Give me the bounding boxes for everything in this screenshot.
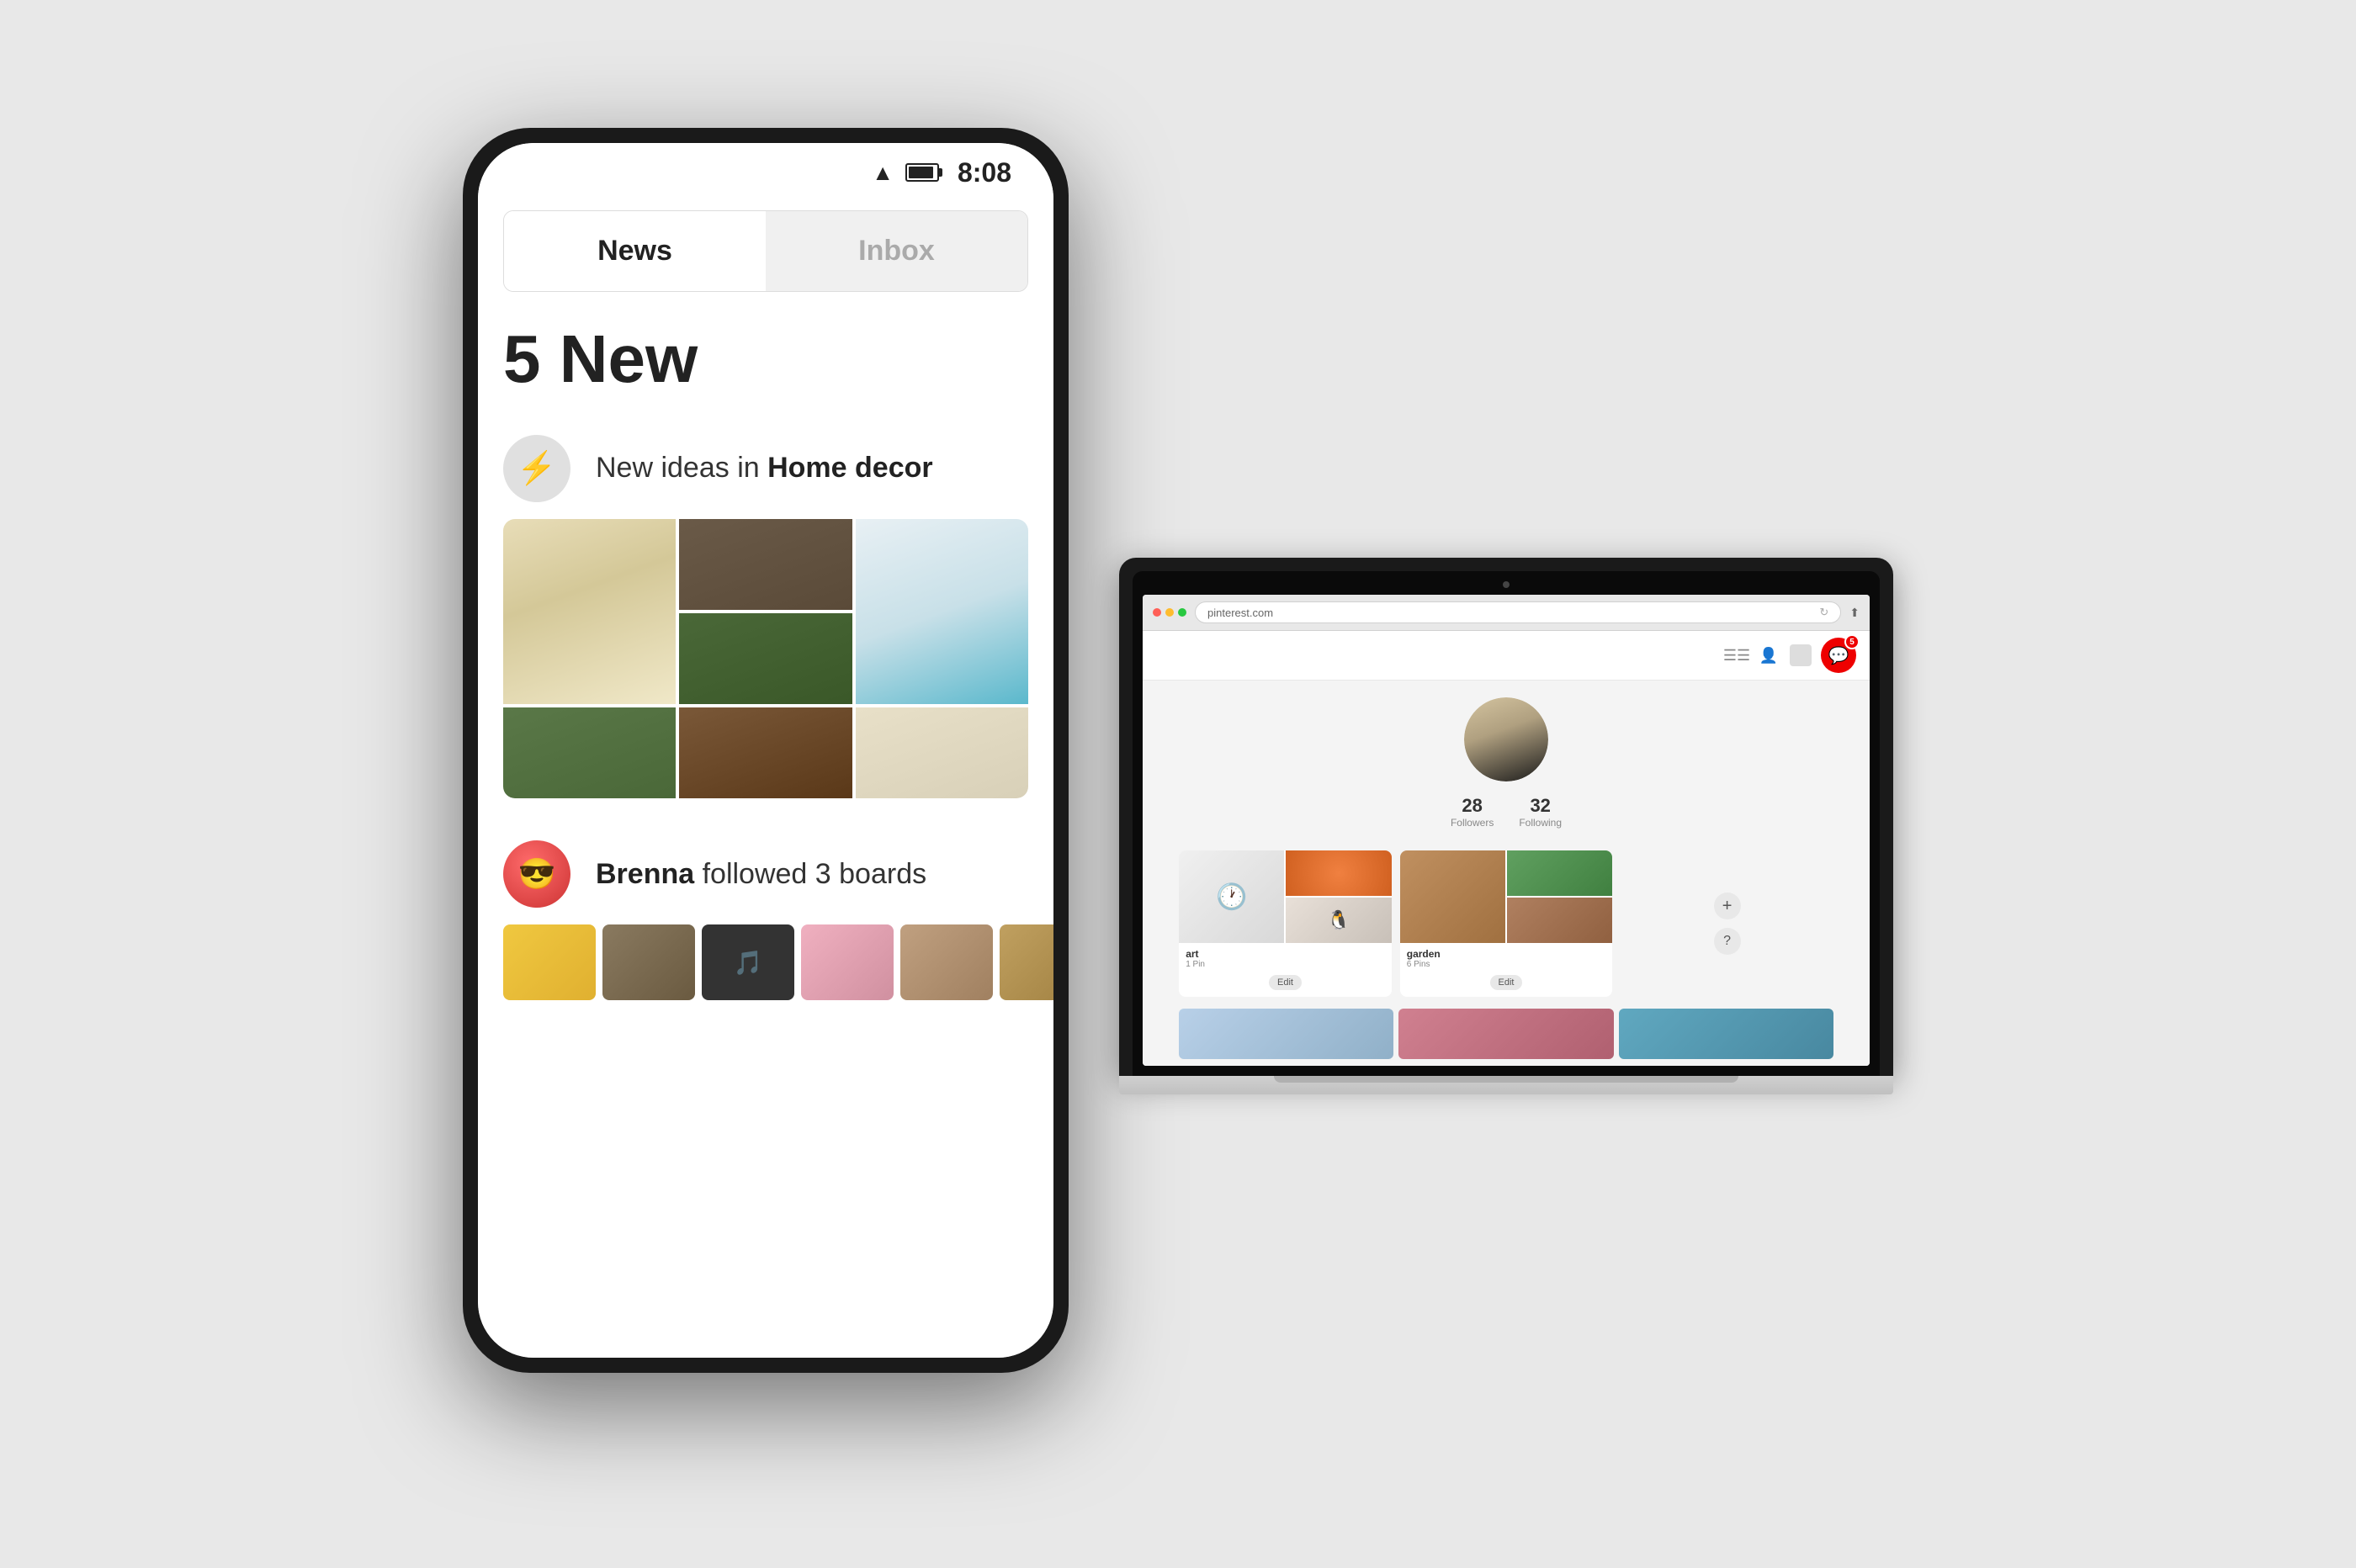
grid-cell-cart <box>503 519 676 704</box>
menu-icon[interactable]: ☰ <box>1725 644 1748 667</box>
followers-count: 28 <box>1451 795 1494 817</box>
close-dot[interactable] <box>1153 608 1161 617</box>
follow-avatar-img: 😎 <box>503 840 570 908</box>
news-item: ⚡ New ideas in Home decor <box>503 435 1028 798</box>
board-img-art-2 <box>1286 850 1391 896</box>
board-images-garden <box>1400 850 1613 943</box>
status-bar: ▲ 8:08 <box>478 143 1053 202</box>
browser-dots <box>1153 608 1186 617</box>
laptop-screen-bezel: pinterest.com ↻ ⬆ ☰ 👤 <box>1133 571 1880 1076</box>
board-name-garden: garden <box>1407 948 1441 960</box>
help-button[interactable]: ? <box>1714 928 1741 955</box>
thumb-pink <box>1398 1009 1613 1059</box>
laptop-camera <box>1503 581 1510 588</box>
follow-thumbs: 🎵 <box>503 924 1028 1000</box>
bottom-thumbnails <box>1179 1009 1833 1059</box>
pinterest-content: 28 Followers 32 Following <box>1143 681 1870 1066</box>
board-card-art[interactable]: 🕐 🐧 art 1 Pin <box>1179 850 1392 997</box>
status-time: 8:08 <box>958 157 1011 188</box>
phone-device: ▲ 8:08 News Inbox <box>463 128 1069 1373</box>
follow-thumb-2 <box>602 924 695 1000</box>
profile-stats: 28 Followers 32 Following <box>1451 795 1562 829</box>
board-card-garden[interactable]: garden 6 Pins Edit <box>1400 850 1613 997</box>
board-name-art: art <box>1186 948 1205 960</box>
news-item-header: ⚡ New ideas in Home decor <box>503 435 1028 502</box>
board-images-art: 🕐 🐧 <box>1179 850 1392 943</box>
search-icon[interactable] <box>1789 644 1812 667</box>
browser-url-bar[interactable]: pinterest.com ↻ <box>1195 601 1841 623</box>
chat-icon: 💬 <box>1828 645 1849 666</box>
follow-header: 😎 Brenna followed 3 boards <box>503 840 1028 908</box>
follow-section: 😎 Brenna followed 3 boards 🎵 <box>503 840 1028 1000</box>
board-pins-art: 1 Pin <box>1186 960 1205 969</box>
thumb-teal <box>1619 1009 1833 1059</box>
following-label: Following <box>1519 817 1562 829</box>
laptop-screen-outer: pinterest.com ↻ ⬆ ☰ 👤 <box>1119 558 1893 1076</box>
browser-bar: pinterest.com ↻ ⬆ <box>1143 595 1870 631</box>
url-text: pinterest.com <box>1207 607 1273 619</box>
thumb-blue <box>1179 1009 1393 1059</box>
browser-actions: ⬆ <box>1849 606 1860 620</box>
maximize-dot[interactable] <box>1178 608 1186 617</box>
tab-news[interactable]: News <box>504 211 766 291</box>
follow-thumb-5 <box>900 924 993 1000</box>
board-footer-garden: garden 6 Pins <box>1400 943 1613 974</box>
add-board-button[interactable]: + <box>1714 893 1741 919</box>
battery-icon <box>905 163 939 182</box>
notification-badge: 5 <box>1844 634 1860 649</box>
board-img-art-1: 🕐 <box>1179 850 1284 943</box>
board-footer-art: art 1 Pin <box>1179 943 1392 974</box>
grid-cell-bathroom <box>856 707 1028 798</box>
follow-thumb-1 <box>503 924 596 1000</box>
board-pins-garden: 6 Pins <box>1407 960 1441 969</box>
follow-thumb-3: 🎵 <box>702 924 794 1000</box>
phone-content: 5 New ⚡ New ideas in Home decor <box>478 292 1053 1034</box>
following-stat: 32 Following <box>1519 795 1562 829</box>
board-edit-garden[interactable]: Edit <box>1490 975 1523 990</box>
board-img-garden-2 <box>1507 850 1612 896</box>
followers-stat: 28 Followers <box>1451 795 1494 829</box>
grid-cell-chairs <box>679 707 852 798</box>
avatar-silhouette <box>1464 697 1548 781</box>
reload-icon[interactable]: ↻ <box>1819 606 1828 619</box>
lightning-badge: ⚡ <box>503 435 570 502</box>
share-icon[interactable]: ⬆ <box>1849 606 1860 620</box>
follow-text: Brenna followed 3 boards <box>596 858 926 891</box>
grid-cell-plants <box>679 613 852 704</box>
board-img-art-3: 🐧 <box>1286 898 1391 943</box>
followers-label: Followers <box>1451 817 1494 829</box>
laptop-screen: pinterest.com ↻ ⬆ ☰ 👤 <box>1143 595 1870 1066</box>
grid-cell-trellis <box>503 707 676 798</box>
profile-avatar <box>1464 697 1548 781</box>
grid-cell-chair <box>856 519 1028 704</box>
laptop-device: pinterest.com ↻ ⬆ ☰ 👤 <box>1119 558 1893 1094</box>
board-img-garden-1 <box>1400 850 1505 943</box>
new-count: 5 New <box>503 326 1028 393</box>
notification-button[interactable]: 💬 5 <box>1821 638 1856 673</box>
laptop-foot <box>1274 1076 1738 1083</box>
user-icon[interactable]: 👤 <box>1757 644 1780 667</box>
following-count: 32 <box>1519 795 1562 817</box>
lightning-icon: ⚡ <box>517 450 556 487</box>
wifi-icon: ▲ <box>872 160 894 186</box>
news-text: New ideas in Home decor <box>596 448 933 489</box>
follow-avatar: 😎 <box>503 840 570 908</box>
follow-thumb-4 <box>801 924 894 1000</box>
follow-thumb-6 <box>1000 924 1053 1000</box>
board-grid: 🕐 🐧 art 1 Pin <box>1179 850 1833 997</box>
status-icons: ▲ 8:08 <box>872 157 1011 188</box>
board-add-area: + ? <box>1621 850 1833 997</box>
board-edit-art[interactable]: Edit <box>1269 975 1302 990</box>
minimize-dot[interactable] <box>1165 608 1174 617</box>
grid-cell-fabric <box>679 519 852 610</box>
tab-bar: News Inbox <box>503 210 1028 292</box>
laptop-base <box>1119 1076 1893 1094</box>
tab-inbox[interactable]: Inbox <box>766 211 1027 291</box>
pinterest-toolbar: ☰ 👤 💬 5 <box>1143 631 1870 681</box>
home-decor-image-grid[interactable] <box>503 519 1028 798</box>
board-img-garden-3 <box>1507 898 1612 943</box>
